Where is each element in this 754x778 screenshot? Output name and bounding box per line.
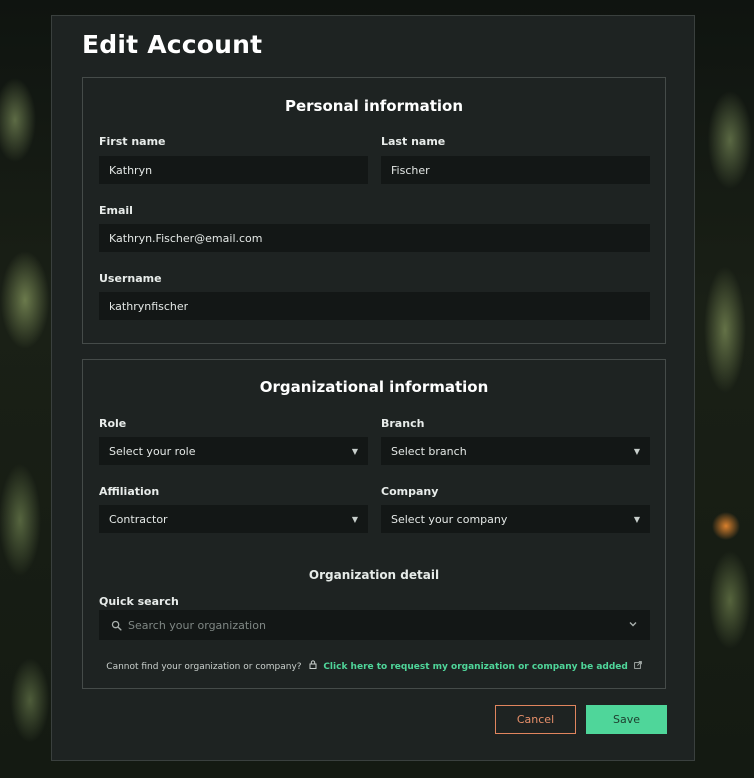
search-icon bbox=[111, 616, 122, 635]
last-name-field[interactable]: Fischer bbox=[381, 156, 650, 184]
branch-value: Select branch bbox=[391, 444, 467, 458]
organization-detail-heading: Organization detail bbox=[308, 568, 440, 582]
organizational-information-section: Organizational information Role Select y… bbox=[82, 359, 666, 689]
personal-information-section: Personal information First name Kathryn … bbox=[82, 77, 666, 344]
page-title: Edit Account bbox=[82, 30, 263, 59]
company-select[interactable]: Select your company ▼ bbox=[381, 505, 650, 533]
caret-down-icon: ▼ bbox=[351, 446, 358, 456]
chevron-down-icon[interactable] bbox=[628, 619, 638, 632]
username-value: kathrynfischer bbox=[109, 299, 189, 313]
personal-section-title: Personal information bbox=[284, 97, 464, 115]
affiliation-label: Affiliation bbox=[99, 485, 160, 498]
save-button[interactable]: Save bbox=[586, 705, 667, 734]
edit-account-panel: Edit Account Personal information First … bbox=[51, 15, 695, 761]
quick-search-input[interactable] bbox=[122, 618, 628, 632]
affiliation-select[interactable]: Contractor ▼ bbox=[99, 505, 368, 533]
role-value: Select your role bbox=[109, 444, 196, 458]
email-value: Kathryn.Fischer@email.com bbox=[109, 231, 263, 245]
company-value: Select your company bbox=[391, 512, 508, 526]
lock-icon bbox=[309, 660, 317, 672]
organization-help-line: Cannot find your organization or company… bbox=[83, 660, 665, 672]
cancel-button[interactable]: Cancel bbox=[495, 705, 576, 734]
first-name-label: First name bbox=[99, 135, 166, 148]
organizational-section-title: Organizational information bbox=[259, 378, 489, 396]
help-text: Cannot find your organization or company… bbox=[106, 662, 302, 672]
email-field[interactable]: Kathryn.Fischer@email.com bbox=[99, 224, 650, 252]
username-field[interactable]: kathrynfischer bbox=[99, 292, 650, 320]
role-select[interactable]: Select your role ▼ bbox=[99, 437, 368, 465]
external-link-icon[interactable] bbox=[633, 661, 642, 672]
branch-select[interactable]: Select branch ▼ bbox=[381, 437, 650, 465]
company-label: Company bbox=[381, 485, 439, 498]
last-name-label: Last name bbox=[381, 135, 446, 148]
last-name-value: Fischer bbox=[391, 163, 430, 177]
caret-down-icon: ▼ bbox=[633, 514, 640, 524]
username-label: Username bbox=[99, 272, 162, 285]
branch-label: Branch bbox=[381, 417, 425, 430]
caret-down-icon: ▼ bbox=[633, 446, 640, 456]
quick-search-field[interactable] bbox=[99, 610, 650, 640]
affiliation-value: Contractor bbox=[109, 512, 168, 526]
role-label: Role bbox=[99, 417, 127, 430]
request-organization-link[interactable]: Click here to request my organization or… bbox=[323, 662, 628, 672]
email-label: Email bbox=[99, 204, 133, 217]
caret-down-icon: ▼ bbox=[351, 514, 358, 524]
quick-search-label: Quick search bbox=[99, 595, 179, 608]
first-name-field[interactable]: Kathryn bbox=[99, 156, 368, 184]
first-name-value: Kathryn bbox=[109, 163, 153, 177]
